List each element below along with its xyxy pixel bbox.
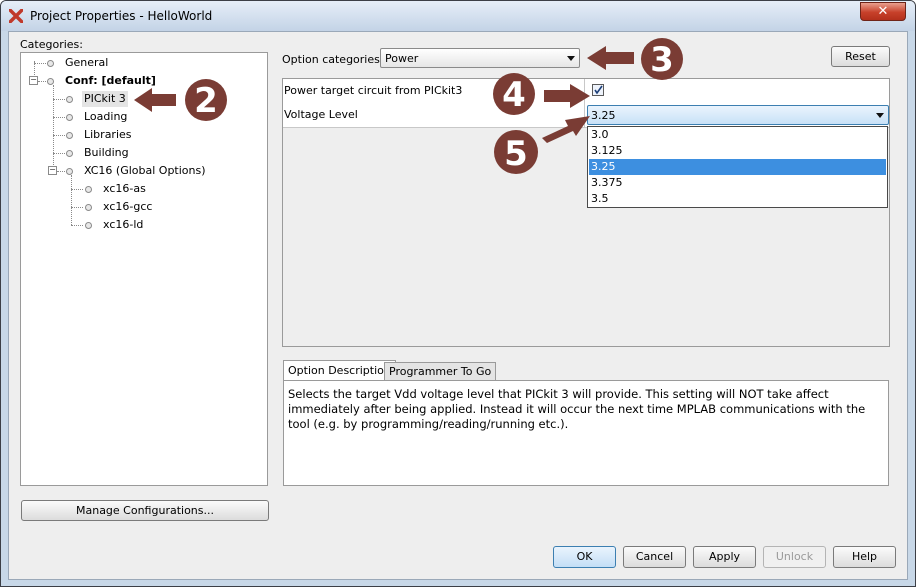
- node-icon: [47, 78, 54, 85]
- node-icon: [85, 186, 92, 193]
- ok-button[interactable]: OK: [553, 546, 616, 568]
- option-categories-select[interactable]: Power: [380, 48, 580, 68]
- close-icon: ✕: [877, 4, 889, 19]
- annotation-number: 2: [194, 81, 218, 121]
- tree-connector: [71, 175, 72, 225]
- option-categories-label: Option categories:: [282, 53, 384, 66]
- node-icon: [66, 114, 73, 121]
- tree-connector: [53, 99, 65, 100]
- tree-item-xc16-as[interactable]: xc16-as: [103, 181, 146, 197]
- collapse-xc16-icon[interactable]: −: [48, 166, 57, 175]
- tree-item-loading[interactable]: Loading: [84, 109, 127, 125]
- cancel-button[interactable]: Cancel: [623, 546, 686, 568]
- chevron-down-icon: [567, 56, 575, 61]
- tree-connector: [53, 153, 65, 154]
- annotation-2: 2: [134, 79, 227, 121]
- tree-connector: [34, 63, 48, 64]
- chevron-down-icon: [876, 113, 884, 118]
- mplab-x-icon: [9, 9, 23, 23]
- voltage-level-select[interactable]: 3.25: [587, 105, 889, 125]
- tree-item-xc16-global-options[interactable]: XC16 (Global Options): [84, 163, 206, 179]
- annotation-5: 5: [494, 116, 590, 174]
- tree-connector: [53, 135, 65, 136]
- tree-connector: [71, 207, 83, 208]
- node-icon: [85, 222, 92, 229]
- node-icon: [66, 96, 73, 103]
- tree-connector: [71, 189, 83, 190]
- tree-item-pickit3[interactable]: PICkit 3: [82, 91, 128, 107]
- annotation-3: 3: [587, 38, 683, 80]
- tree-item-libraries[interactable]: Libraries: [84, 127, 132, 143]
- voltage-option-selected[interactable]: 3.25: [589, 159, 886, 175]
- tree-connector: [53, 117, 65, 118]
- voltage-option[interactable]: 3.375: [589, 175, 886, 191]
- power-target-label: Power target circuit from PICkit3: [284, 84, 463, 97]
- annotation-number: 3: [650, 40, 674, 80]
- voltage-option[interactable]: 3.125: [589, 143, 886, 159]
- option-categories-value: Power: [385, 52, 419, 65]
- categories-label: Categories:: [20, 38, 83, 51]
- node-icon: [66, 132, 73, 139]
- voltage-option[interactable]: 3.0: [589, 127, 886, 143]
- voltage-level-label: Voltage Level: [284, 108, 358, 121]
- node-icon: [85, 204, 92, 211]
- annotation-number: 5: [504, 134, 528, 174]
- tree-item-xc16-gcc[interactable]: xc16-gcc: [103, 199, 152, 215]
- annotation-number: 4: [502, 75, 526, 115]
- option-description-text: Selects the target Vdd voltage level tha…: [283, 380, 889, 486]
- node-icon: [66, 150, 73, 157]
- tab-programmer-to-go[interactable]: Programmer To Go: [384, 362, 497, 380]
- manage-configurations-button[interactable]: Manage Configurations...: [21, 500, 269, 521]
- help-button[interactable]: Help: [833, 546, 896, 568]
- node-icon: [47, 60, 54, 67]
- tree-connector: [53, 85, 54, 171]
- collapse-conf-icon[interactable]: −: [29, 76, 38, 85]
- voltage-level-dropdown[interactable]: 3.0 3.125 3.25 3.375 3.5: [587, 126, 888, 208]
- tab-option-description[interactable]: Option Description: [283, 360, 396, 381]
- apply-button[interactable]: Apply: [693, 546, 756, 568]
- tree-item-xc16-ld[interactable]: xc16-ld: [103, 217, 143, 233]
- close-button[interactable]: ✕: [860, 2, 906, 21]
- tree-item-building[interactable]: Building: [84, 145, 129, 161]
- tree-connector: [57, 171, 65, 172]
- window-title: Project Properties - HelloWorld: [30, 9, 213, 23]
- tree-item-general[interactable]: General: [65, 55, 108, 71]
- tree-connector: [71, 225, 83, 226]
- unlock-button[interactable]: Unlock: [763, 546, 826, 568]
- node-icon: [66, 168, 73, 175]
- title-bar[interactable]: Project Properties - HelloWorld ✕: [1, 1, 915, 31]
- voltage-option[interactable]: 3.5: [589, 191, 886, 207]
- reset-button[interactable]: Reset: [831, 46, 890, 67]
